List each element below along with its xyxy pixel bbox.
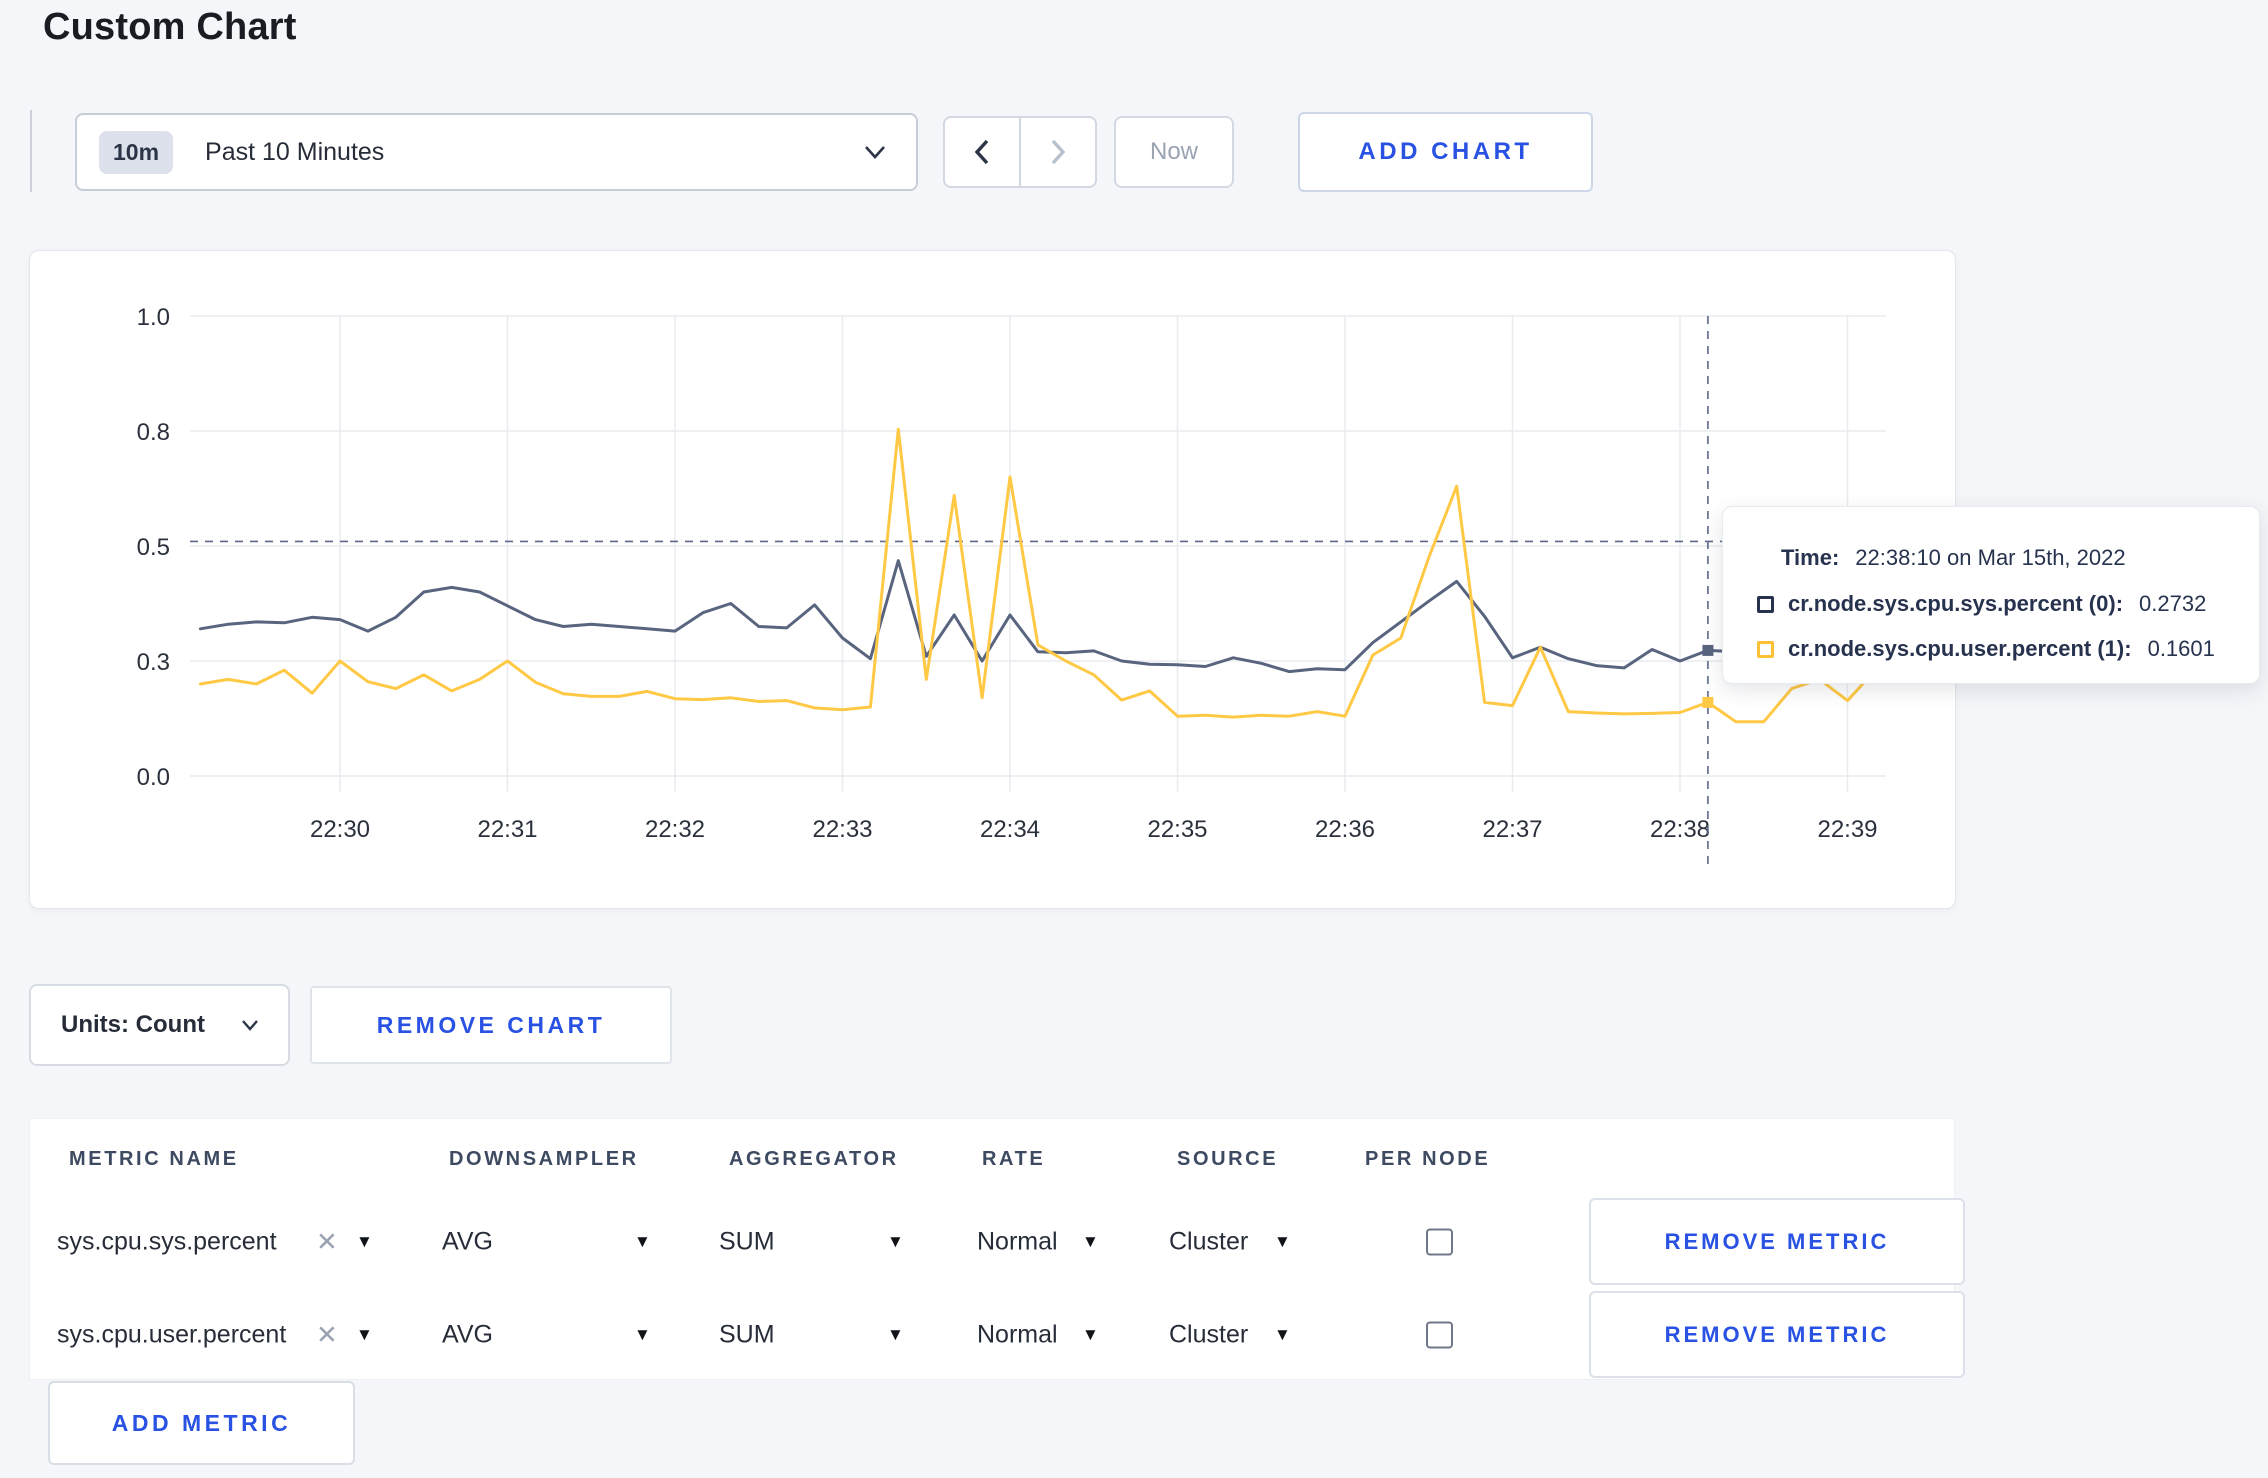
remove-chart-button[interactable]: REMOVE CHART — [310, 986, 672, 1064]
x-axis-tick-label: 22:38 — [1650, 816, 1710, 843]
col-header-rate: RATE — [982, 1148, 1046, 1170]
chart-card: 1.0 0.8 0.5 0.3 0.0 22:30 22:31 22:32 22:33 22:34… — [29, 250, 1956, 909]
x-axis-tick-label: 22:39 — [1817, 816, 1877, 843]
x-axis-tick-label: 22:31 — [477, 816, 537, 843]
y-axis-tick-label: 1.0 — [137, 304, 170, 331]
sys-series-swatch-icon — [1757, 595, 1774, 613]
x-axis-tick-label: 22:34 — [980, 816, 1040, 843]
metric-caret-icon[interactable]: ▼ — [356, 1232, 373, 1252]
clear-metric-icon[interactable]: ✕ — [316, 1320, 338, 1351]
series-line-user — [198, 427, 1877, 724]
aggregator-select[interactable]: SUM — [719, 1321, 775, 1350]
series-line-sys — [198, 559, 1877, 674]
y-axis-tick-label: 0.5 — [137, 534, 170, 561]
time-range-dropdown[interactable]: 10m Past 10 Minutes — [75, 113, 918, 191]
tooltip-time-value: 22:38:10 on Mar 15th, 2022 — [1855, 545, 2126, 570]
time-nav-group — [943, 116, 1097, 188]
chevron-down-icon — [242, 1020, 258, 1031]
source-caret-icon[interactable]: ▼ — [1274, 1232, 1291, 1252]
tooltip-series-name: cr.node.sys.cpu.sys.percent (0): — [1788, 591, 2124, 616]
downsampler-caret-icon[interactable]: ▼ — [634, 1325, 651, 1345]
col-header-per-node: PER NODE — [1365, 1148, 1491, 1170]
units-label: Units: Count — [61, 1011, 205, 1038]
source-select[interactable]: Cluster — [1169, 1228, 1248, 1257]
col-header-source: SOURCE — [1177, 1148, 1279, 1170]
chart-tooltip: Time: 22:38:10 on Mar 15th, 2022 cr.node… — [1722, 506, 2260, 684]
aggregator-select[interactable]: SUM — [719, 1228, 775, 1257]
tooltip-series-row: cr.node.sys.cpu.sys.percent (0): 0.2732 — [1757, 591, 2206, 617]
aggregator-caret-icon[interactable]: ▼ — [887, 1325, 904, 1345]
user-series-swatch-icon — [1757, 640, 1774, 658]
timeseries-chart[interactable]: 1.0 0.8 0.5 0.3 0.0 22:30 22:31 22:32 22:33 22:34… — [30, 251, 1953, 906]
chevron-down-icon — [865, 146, 885, 159]
remove-metric-button[interactable]: REMOVE METRIC — [1589, 1291, 1965, 1378]
tooltip-series-name: cr.node.sys.cpu.user.percent (1): — [1788, 636, 2132, 661]
metric-name-select[interactable]: sys.cpu.sys.percent — [57, 1228, 277, 1257]
time-range-badge: 10m — [99, 130, 174, 174]
time-range-label: Past 10 Minutes — [205, 137, 385, 166]
x-axis-tick-label: 22:30 — [310, 816, 370, 843]
col-header-downsampler: DOWNSAMPLER — [449, 1148, 639, 1170]
y-axis-tick-label: 0.3 — [137, 649, 170, 676]
page-title: Custom Chart — [43, 6, 297, 48]
clear-metric-icon[interactable]: ✕ — [316, 1227, 338, 1258]
tooltip-series-value: 0.1601 — [2147, 636, 2215, 661]
rate-caret-icon[interactable]: ▼ — [1082, 1325, 1099, 1345]
x-axis-tick-label: 22:32 — [645, 816, 705, 843]
col-header-metric-name: METRIC NAME — [69, 1148, 239, 1170]
metric-caret-icon[interactable]: ▼ — [356, 1325, 373, 1345]
rate-select[interactable]: Normal — [977, 1321, 1058, 1350]
x-axis-tick-label: 22:35 — [1147, 816, 1207, 843]
add-chart-button[interactable]: ADD CHART — [1298, 112, 1593, 192]
tooltip-time-label: Time: — [1781, 545, 1840, 570]
chevron-right-icon — [1051, 139, 1066, 165]
downsampler-caret-icon[interactable]: ▼ — [634, 1232, 651, 1252]
x-axis-tick-label: 22:37 — [1482, 816, 1542, 843]
x-axis-tick-label: 22:36 — [1315, 816, 1375, 843]
now-button[interactable]: Now — [1114, 116, 1234, 188]
next-time-button[interactable] — [1021, 118, 1095, 186]
rate-select[interactable]: Normal — [977, 1228, 1058, 1257]
source-caret-icon[interactable]: ▼ — [1274, 1325, 1291, 1345]
table-row: sys.cpu.user.percent ✕ ▼ AVG ▼ SUM ▼ Nor… — [29, 1291, 1965, 1379]
table-row: sys.cpu.sys.percent ✕ ▼ AVG ▼ SUM ▼ Norm… — [29, 1198, 1965, 1286]
tooltip-series-value: 0.2732 — [2139, 591, 2207, 616]
y-axis-tick-label: 0.0 — [137, 764, 170, 791]
hover-point-user — [1702, 696, 1714, 708]
downsampler-select[interactable]: AVG — [442, 1321, 493, 1350]
hover-point-sys — [1702, 644, 1714, 656]
aggregator-caret-icon[interactable]: ▼ — [887, 1232, 904, 1252]
tooltip-series-row: cr.node.sys.cpu.user.percent (1): 0.1601 — [1757, 636, 2215, 662]
add-metric-button[interactable]: ADD METRIC — [48, 1381, 355, 1465]
source-select[interactable]: Cluster — [1169, 1321, 1248, 1350]
per-node-checkbox[interactable] — [1426, 1321, 1453, 1349]
col-header-aggregator: AGGREGATOR — [729, 1148, 899, 1170]
tooltip-time-row: Time: 22:38:10 on Mar 15th, 2022 — [1781, 545, 2126, 571]
y-axis-tick-label: 0.8 — [137, 419, 170, 446]
x-axis-tick-label: 22:33 — [812, 816, 872, 843]
rate-caret-icon[interactable]: ▼ — [1082, 1232, 1099, 1252]
downsampler-select[interactable]: AVG — [442, 1228, 493, 1257]
per-node-checkbox[interactable] — [1426, 1228, 1453, 1256]
remove-metric-button[interactable]: REMOVE METRIC — [1589, 1198, 1965, 1285]
chevron-left-icon — [974, 139, 989, 165]
metric-name-select[interactable]: sys.cpu.user.percent — [57, 1321, 286, 1350]
prev-time-button[interactable] — [945, 118, 1021, 186]
units-dropdown[interactable]: Units: Count — [29, 984, 290, 1066]
toolbar-divider — [30, 110, 32, 192]
